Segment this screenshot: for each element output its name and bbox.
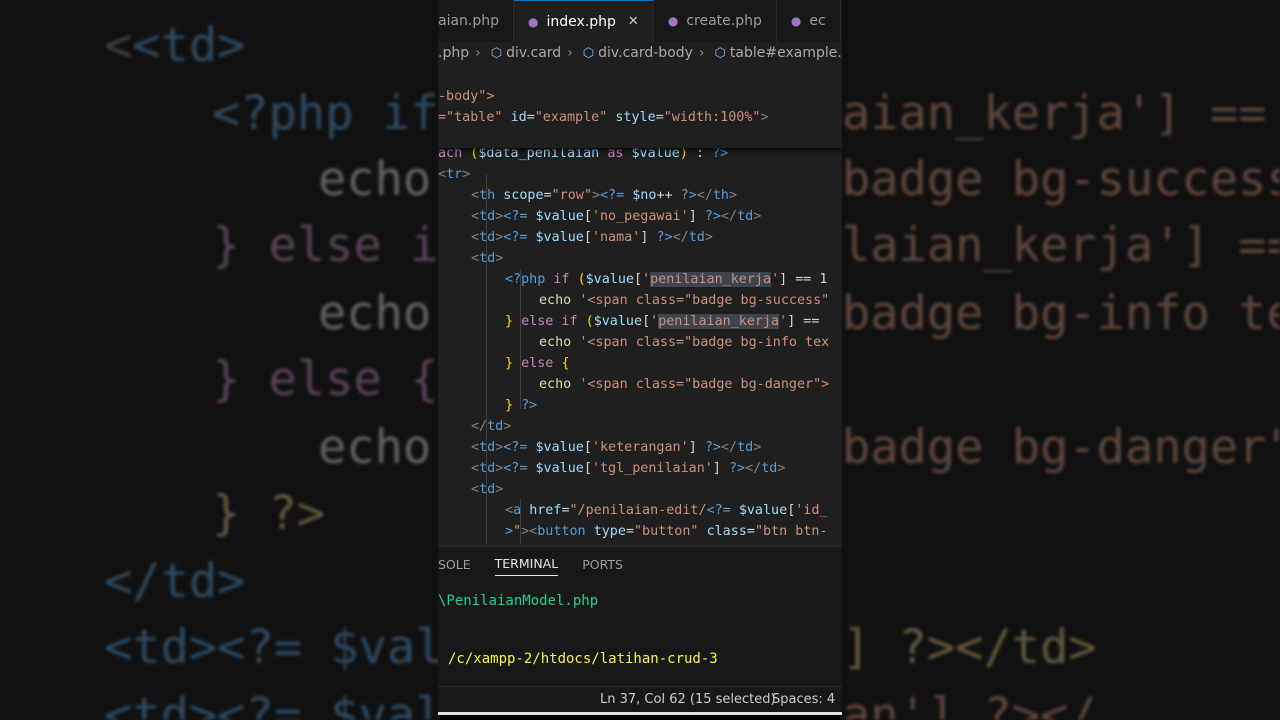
bg-line: laian_kerja'] == <box>842 218 1280 273</box>
php-elephant-icon: ● <box>790 14 802 28</box>
bg-line: <td><?= $valu <box>104 688 472 720</box>
tab-edit-php[interactable]: ● ec <box>777 0 841 42</box>
bg-line: badge bg-danger"> <box>842 420 1280 475</box>
bg-line: <td><?= $valu <box>104 620 472 675</box>
editor-window: aian.php ● index.php ✕ ● create.php ● ec… <box>438 0 842 720</box>
bg-line: } else { <box>212 352 439 407</box>
home-indicator <box>438 712 842 715</box>
editor-tabs: aian.php ● index.php ✕ ● create.php ● ec <box>438 0 842 42</box>
sticky-scroll-header[interactable]: -body"> ="table" id="example" style="wid… <box>438 84 842 148</box>
bg-line: badge bg-info tex <box>842 286 1280 341</box>
code-editor[interactable]: ach ($data_penilaian as $value) : ?> <tr… <box>438 144 842 544</box>
code-line: <?php if ($value['penilaian_kerja'] == 1 <box>505 272 828 287</box>
breadcrumb: .php › ⬡ div.card › ⬡ div.card-body › ⬡ tab… <box>438 42 842 64</box>
bg-line: aian_kerja'] == 1 <box>842 86 1280 141</box>
breadcrumb-item-file[interactable]: .php <box>438 45 469 61</box>
code-line: -body"> <box>438 89 495 104</box>
tab-label: create.php <box>686 13 762 29</box>
bg-line: echo <box>318 286 432 341</box>
chevron-right-icon: › <box>567 45 573 61</box>
code-line: <td><?= $value['no_pegawai'] ?></td> <box>471 209 762 224</box>
bg-line: badge bg-success" <box>842 152 1280 207</box>
code-line: >"><button type="button" class="btn btn- <box>505 524 828 539</box>
code-line: <a href="/penilaian-edit/<?= $value['id_ <box>505 503 828 518</box>
close-icon[interactable]: ✕ <box>628 14 639 29</box>
cube-icon: ⬡ <box>714 45 726 61</box>
bg-line: </td> <box>104 554 246 609</box>
bottom-panel: SOLE TERMINAL PORTS \PenilaianModel.php … <box>438 546 842 687</box>
breadcrumb-item-div-card[interactable]: ⬡ div.card <box>487 45 561 61</box>
terminal-path-line: /c/xampp-2/htdocs/latihan-crud-3 <box>448 651 718 667</box>
code-line: <td><?= $value['tgl_penilaian'] ?></td> <box>471 461 786 476</box>
cube-icon: ⬡ <box>582 45 595 61</box>
tab-console[interactable]: SOLE <box>438 551 471 576</box>
breadcrumb-item-table[interactable]: ⬡table#example.table <box>711 45 842 61</box>
code-line: <th scope="row"><?= $no++ ?></th> <box>471 188 738 203</box>
bg-line: } ?> <box>212 486 326 541</box>
tab-ports[interactable]: PORTS <box>582 551 623 576</box>
code-line: <td><?= $value['nama'] ?></td> <box>471 230 713 245</box>
chevron-right-icon: › <box>698 45 705 61</box>
code-line: ="table" id="example" style="width:100%"… <box>438 110 769 125</box>
tab-index-php[interactable]: ● index.php ✕ <box>514 0 654 42</box>
code-line: <td><?= $value['keterangan'] ?></td> <box>471 440 762 455</box>
indentation-setting[interactable]: Spaces: 4 <box>772 692 835 707</box>
tab-create-php[interactable]: ● create.php <box>654 0 777 42</box>
code-line: <tr> <box>438 167 471 182</box>
bg-line: an'] ?></ <box>842 688 1097 720</box>
cube-icon: ⬡ <box>490 45 503 61</box>
bg-line: echo <box>318 420 432 475</box>
code-line: echo '<span class="badge bg-success" <box>539 293 830 308</box>
tab-label: aian.php <box>438 13 500 29</box>
php-elephant-icon: ● <box>667 14 679 28</box>
bg-line: <?php if <box>212 86 439 141</box>
code-line: echo '<span class="badge bg-danger"> <box>539 377 830 392</box>
tab-penilaian[interactable]: aian.php <box>438 0 515 42</box>
bg-line: } else i <box>212 218 439 273</box>
code-line: <td> <box>471 482 504 497</box>
tab-label: index.php <box>546 13 616 30</box>
code-line: } ?> <box>505 398 538 413</box>
bg-line: echo <box>318 152 432 207</box>
code-line: } else if ($value['penilaian_kerja'] == <box>505 314 820 329</box>
tab-label: ec <box>809 13 826 29</box>
bg-line: <<td> <box>104 18 246 73</box>
code-line: <td> <box>471 251 504 266</box>
status-bar: Ln 37, Col 62 (15 selected) Spaces: 4 <box>438 686 842 713</box>
terminal-output-line: \PenilaianModel.php <box>438 593 599 609</box>
cursor-position[interactable]: Ln 37, Col 62 (15 selected) <box>600 692 776 707</box>
bg-line: ] ?></td> <box>842 620 1097 675</box>
php-elephant-icon: ● <box>528 14 539 29</box>
panel-tabs: SOLE TERMINAL PORTS <box>438 547 842 579</box>
chevron-right-icon: › <box>475 45 481 61</box>
code-line: } else { <box>505 356 570 371</box>
tab-terminal[interactable]: TERMINAL <box>494 550 559 576</box>
code-line: echo '<span class="badge bg-info tex <box>539 335 830 350</box>
breadcrumb-item-div-card-body[interactable]: ⬡ div.card-body <box>579 45 693 61</box>
code-line: </td> <box>471 419 512 434</box>
